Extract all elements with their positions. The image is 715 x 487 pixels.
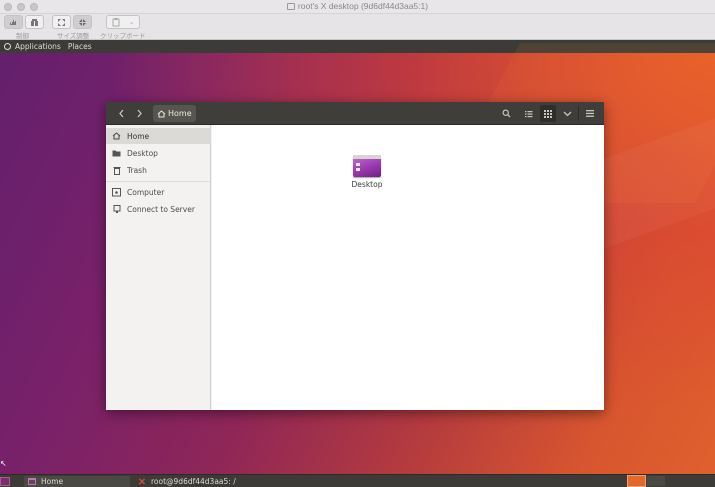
sidebar-item-label: Desktop (127, 148, 158, 158)
search-button[interactable] (499, 105, 513, 122)
taskbar-item-home[interactable]: Home (24, 476, 130, 487)
path-bar-label: Home (168, 109, 192, 118)
sidebar-item-connect-to-server[interactable]: Connect to Server (106, 201, 211, 217)
app-menu-button[interactable] (583, 105, 597, 122)
observe-mode-button[interactable] (25, 15, 44, 29)
clipboard-dropdown[interactable]: ⌄ (106, 15, 140, 29)
back-button[interactable] (114, 105, 128, 122)
file-manager-headerbar: Home (106, 102, 604, 125)
file-name: Desktop (351, 180, 383, 189)
bottom-taskbar: Home root@9d6df44d3aa5: / (0, 474, 715, 487)
path-bar-home[interactable]: Home (153, 105, 196, 122)
chevron-left-icon (118, 109, 123, 118)
sidebar-item-desktop[interactable]: Desktop (106, 145, 211, 161)
sidebar-item-computer[interactable]: Computer (106, 184, 211, 200)
pointer-hand-icon (10, 18, 16, 25)
scale-to-fit-button[interactable] (52, 15, 71, 29)
control-mode-button[interactable] (4, 15, 23, 29)
forward-button[interactable] (132, 105, 146, 122)
vnc-window-title: root's X desktop (9d6df44d3aa5:1) (0, 1, 715, 11)
chevron-right-icon (137, 109, 142, 118)
applications-icon (4, 43, 11, 50)
file-manager-icon (28, 478, 36, 485)
x-terminal-icon (138, 478, 146, 485)
expand-icon (58, 18, 65, 26)
actual-size-button[interactable] (73, 15, 92, 29)
workspace-switcher-active[interactable] (627, 475, 646, 487)
server-icon (112, 204, 121, 214)
screen-sharing-icon (286, 3, 295, 10)
sidebar-separator (106, 181, 211, 182)
chevron-down-icon: ⌄ (128, 18, 135, 26)
clipboard-icon (112, 17, 120, 26)
search-icon (502, 109, 510, 118)
binoculars-icon (31, 18, 38, 26)
sidebar-item-label: Connect to Server (127, 204, 195, 214)
home-icon (112, 132, 121, 141)
taskbar-item-label: Home (41, 477, 64, 486)
home-icon (157, 109, 166, 117)
sidebar-item-label: Computer (127, 187, 165, 197)
sidebar-item-label: Home (127, 131, 150, 141)
control-label: 制御 (16, 32, 29, 40)
list-view-icon (525, 110, 533, 117)
mouse-cursor-icon: ↖ (0, 459, 7, 468)
control-button-group (4, 15, 44, 29)
hamburger-menu-icon (586, 110, 594, 117)
shrink-icon (79, 18, 86, 26)
resize-label: サイズ調整 (57, 32, 90, 40)
vnc-toolbar: 制御 サイズ調整 ⌄ クリップボード (0, 14, 715, 40)
applications-menu[interactable]: Applications (15, 42, 61, 51)
taskbar-item-label: root@9d6df44d3aa5: / (151, 477, 236, 486)
sidebar-item-label: Trash (127, 165, 147, 175)
grid-view-icon (544, 109, 552, 118)
taskbar-item-terminal[interactable]: root@9d6df44d3aa5: / (134, 476, 237, 487)
desktop-folder-icon (353, 155, 381, 177)
sidebar-item-trash[interactable]: Trash (106, 162, 211, 178)
computer-icon (112, 187, 121, 197)
places-sidebar: Home Desktop Trash Computer Connect to S… (106, 125, 214, 410)
vnc-title-text: root's X desktop (9d6df44d3aa5:1) (297, 1, 429, 11)
chevron-down-icon (563, 111, 571, 116)
clipboard-label: クリップボード (100, 32, 146, 40)
show-desktop-button[interactable] (0, 477, 10, 486)
trash-icon (112, 166, 121, 175)
places-menu[interactable]: Places (68, 42, 92, 51)
folder-icon (112, 149, 121, 158)
view-options-button[interactable] (560, 105, 574, 122)
sidebar-item-home[interactable]: Home (106, 128, 211, 144)
resize-button-group (52, 15, 92, 29)
grid-view-button[interactable] (540, 105, 556, 122)
file-view: Desktop (212, 125, 604, 410)
workspace-switcher[interactable] (647, 476, 665, 486)
headerbar-separator (578, 106, 579, 121)
list-view-button[interactable] (522, 105, 536, 122)
file-item-desktop[interactable]: Desktop (346, 155, 388, 189)
file-manager-window: Home Home Desktop Trash Computer Connect… (106, 102, 604, 410)
clipboard-button-group: ⌄ (106, 15, 140, 29)
vnc-window-titlebar: root's X desktop (9d6df44d3aa5:1) (0, 0, 715, 14)
